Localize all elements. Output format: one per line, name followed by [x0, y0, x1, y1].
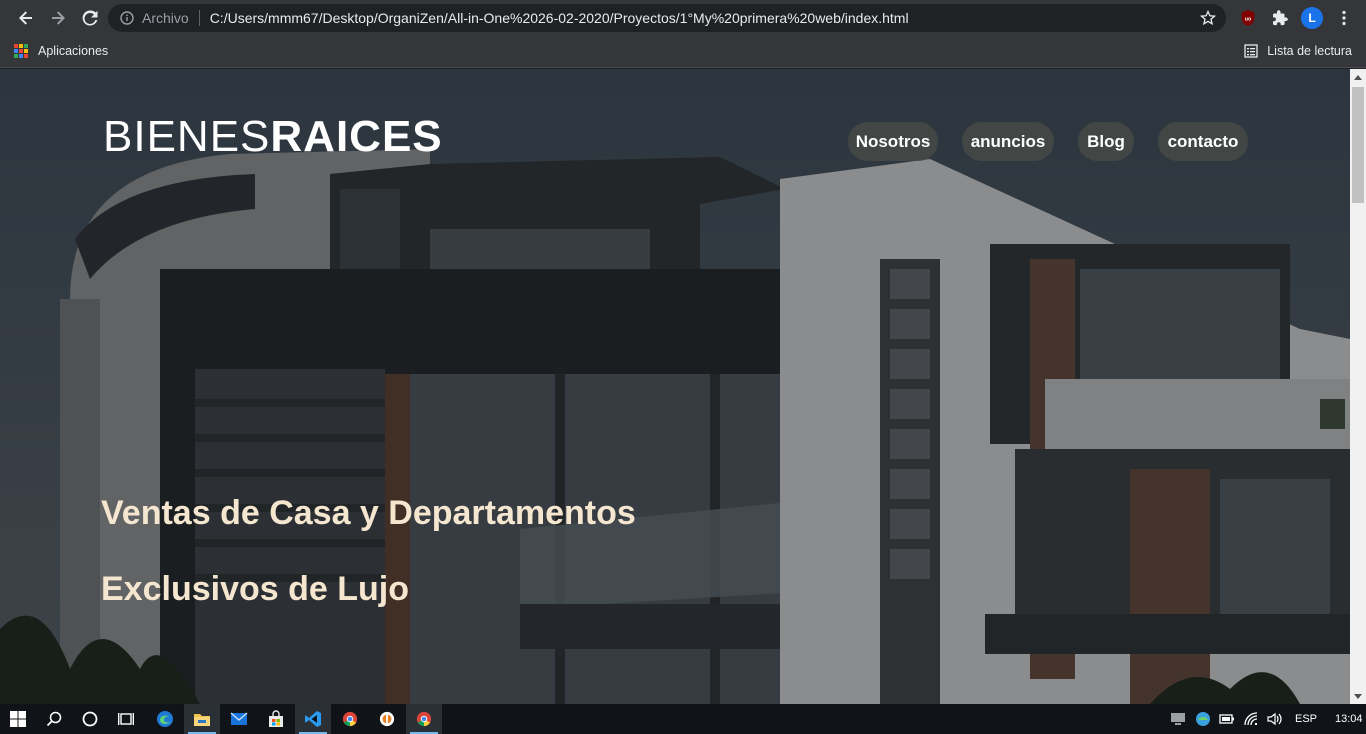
chrome-active-icon[interactable] — [406, 704, 442, 734]
nav-link-anuncios[interactable]: anuncios — [962, 122, 1054, 161]
app-icon[interactable] — [369, 704, 405, 734]
apps-grid-icon — [14, 44, 28, 58]
reading-list-button[interactable]: Lista de lectura — [1244, 44, 1352, 58]
url-text[interactable]: C:/Users/mmm67/Desktop/OrganiZen/All-in-… — [210, 10, 909, 26]
svg-text:uo: uo — [1245, 17, 1252, 23]
logo-thin-part: BIENES — [103, 112, 271, 161]
reading-list-icon — [1244, 44, 1258, 58]
store-icon[interactable] — [258, 704, 294, 734]
ublock-extension-icon[interactable]: uo — [1238, 8, 1258, 28]
vscode-icon[interactable] — [295, 704, 331, 734]
hero-headline-line-2: Exclusivos de Lujo — [101, 570, 409, 608]
scrollbar-thumb[interactable] — [1352, 87, 1364, 203]
task-view-icon[interactable] — [108, 704, 144, 734]
bookmarks-bar: Aplicaciones Lista de lectura — [0, 36, 1366, 68]
reload-button[interactable] — [74, 2, 106, 34]
page-viewport: BIENESRAICES Nosotros anuncios Blog cont… — [0, 69, 1350, 704]
scroll-up-arrow-icon[interactable] — [1350, 69, 1366, 85]
hero-headline-line-1: Ventas de Casa y Departamentos — [101, 494, 636, 532]
profile-avatar[interactable]: L — [1301, 7, 1323, 29]
apps-label: Aplicaciones — [38, 44, 109, 58]
nav-link-blog[interactable]: Blog — [1078, 122, 1134, 161]
site-logo[interactable]: BIENESRAICES — [103, 112, 443, 162]
forward-button[interactable] — [42, 2, 74, 34]
system-tray: ESP 13:04 — [1170, 704, 1363, 734]
info-icon[interactable] — [120, 11, 134, 25]
address-bar[interactable]: Archivo C:/Users/mmm67/Desktop/OrganiZen… — [108, 4, 1226, 32]
search-icon[interactable] — [36, 704, 72, 734]
volume-icon[interactable] — [1267, 712, 1283, 726]
reading-list-label: Lista de lectura — [1267, 44, 1352, 58]
page-scrollbar[interactable] — [1350, 69, 1366, 704]
windows-start-icon[interactable] — [0, 704, 36, 734]
chrome-icon[interactable] — [332, 704, 368, 734]
edge-browser-icon[interactable] — [147, 704, 183, 734]
language-indicator[interactable]: ESP — [1295, 713, 1317, 725]
apps-shortcut[interactable]: Aplicaciones — [14, 44, 108, 58]
menu-kebab-icon[interactable] — [1334, 8, 1354, 28]
nav-link-contacto[interactable]: contacto — [1158, 122, 1248, 161]
bookmark-star-icon[interactable] — [1200, 10, 1216, 26]
mail-icon[interactable] — [221, 704, 257, 734]
nav-link-nosotros[interactable]: Nosotros — [848, 122, 938, 161]
onedrive-icon[interactable] — [1195, 711, 1211, 727]
file-explorer-icon[interactable] — [184, 704, 220, 734]
arrow-right-icon — [52, 11, 65, 25]
wifi-icon[interactable] — [1244, 712, 1260, 726]
battery-icon[interactable] — [1219, 713, 1235, 725]
arrow-left-icon — [19, 11, 32, 25]
windows-taskbar: ESP 13:04 — [0, 704, 1366, 734]
back-button[interactable] — [10, 2, 42, 34]
browser-toolbar: Archivo C:/Users/mmm67/Desktop/OrganiZen… — [0, 0, 1366, 36]
file-scheme-label: Archivo — [142, 10, 189, 26]
omnibox-divider — [198, 10, 200, 26]
scroll-down-arrow-icon[interactable] — [1350, 688, 1366, 704]
extensions-puzzle-icon[interactable] — [1270, 8, 1290, 28]
logo-bold-part: RAICES — [270, 112, 443, 161]
cortana-icon[interactable] — [72, 704, 108, 734]
reload-icon — [82, 10, 98, 26]
monitor-icon[interactable] — [1170, 712, 1186, 726]
clock-time[interactable]: 13:04 — [1335, 713, 1363, 725]
